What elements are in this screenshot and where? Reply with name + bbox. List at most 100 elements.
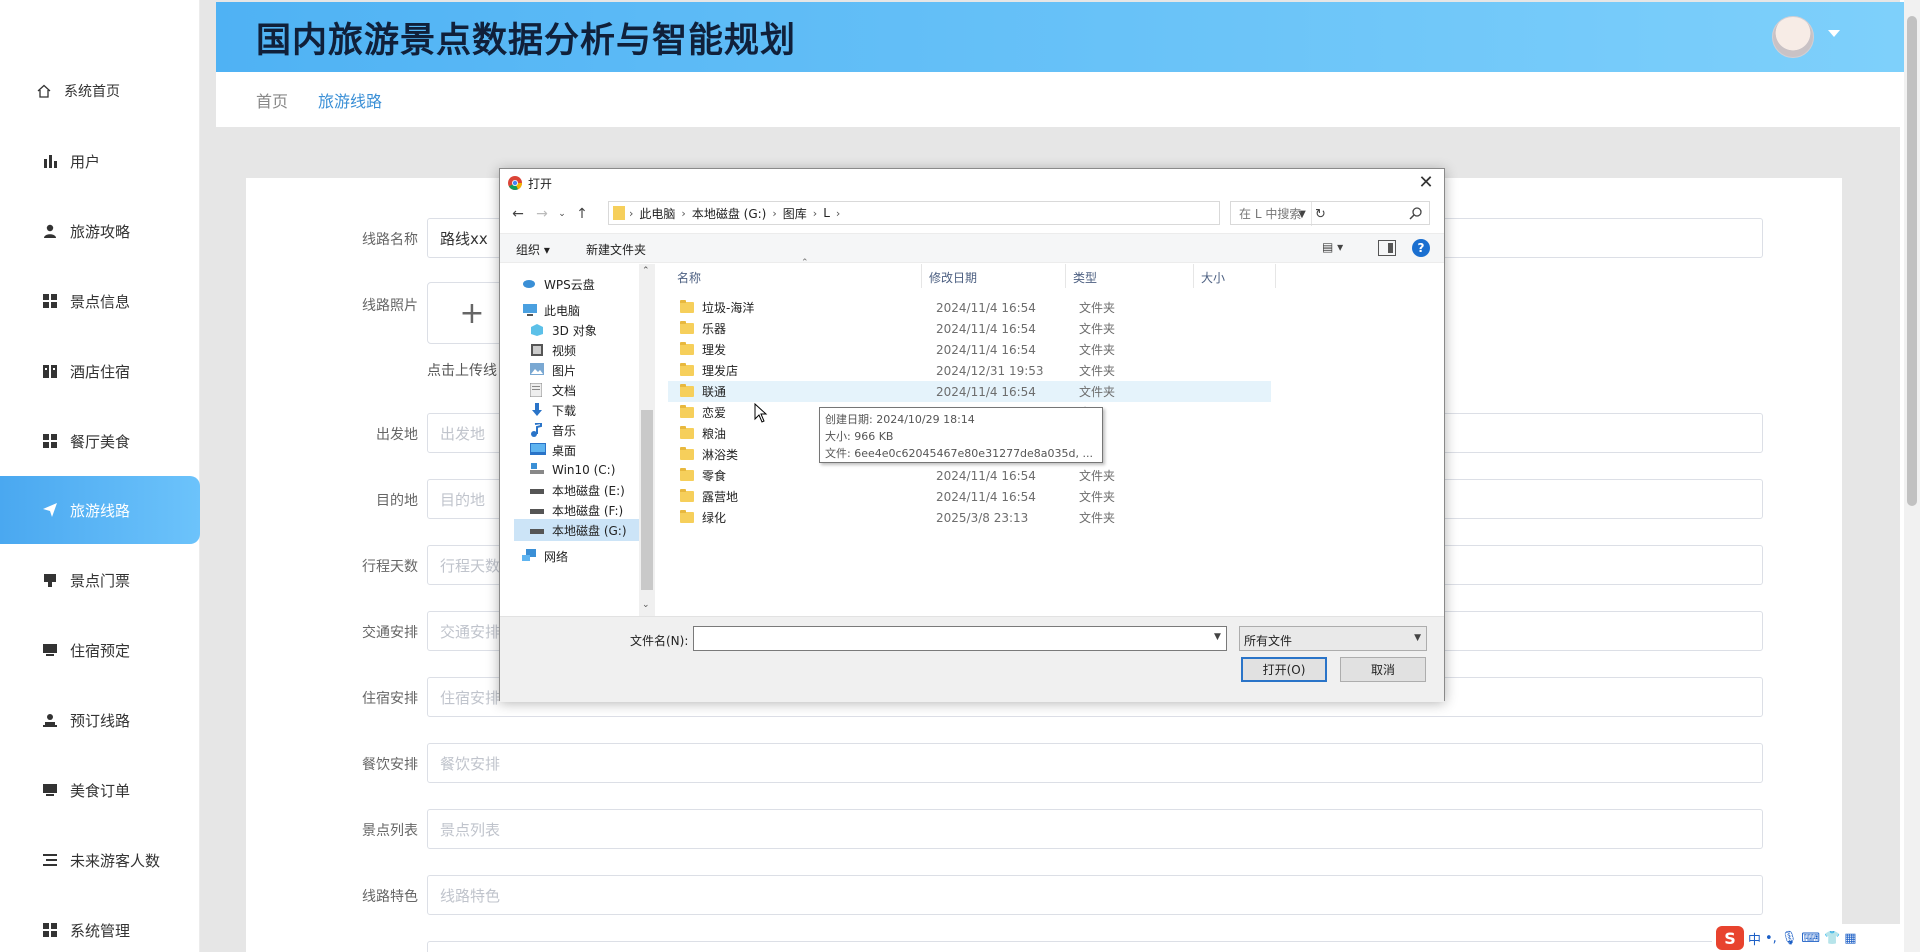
sidebar-item-visitor-forecast[interactable]: 未来游客人数 <box>0 826 200 894</box>
nav-item-label: 音乐 <box>552 423 577 438</box>
close-icon[interactable]: ✕ <box>1414 171 1438 193</box>
file-row[interactable]: 露营地 2024/11/4 16:54 文件夹 <box>668 486 1271 507</box>
search-input[interactable]: 在 L 中搜索 <box>1230 201 1430 225</box>
sidebar-item-hotels[interactable]: 酒店住宿 <box>0 337 200 405</box>
cube-icon <box>530 323 546 337</box>
page-scrollbar[interactable] <box>1904 0 1920 952</box>
nav-item-label: 图片 <box>552 363 577 378</box>
address-segment[interactable]: 此电脑 <box>639 205 675 222</box>
nav-item-drive-e[interactable]: 本地磁盘 (E:) <box>530 479 625 501</box>
sidebar-item-food-orders[interactable]: 美食订单 <box>0 756 200 824</box>
nav-item-desktop[interactable]: 桌面 <box>530 439 576 461</box>
nav-item-wps-cloud[interactable]: WPS云盘 <box>522 273 595 295</box>
sidebar-item-restaurants[interactable]: 餐厅美食 <box>0 407 200 475</box>
back-arrow-icon[interactable]: ← <box>508 203 528 225</box>
sidebar-item-system-management[interactable]: 系统管理 <box>0 896 200 952</box>
view-options-icon[interactable]: ▤ ▾ <box>1322 240 1343 254</box>
chevron-down-icon[interactable] <box>1828 30 1840 37</box>
sogou-logo-icon[interactable]: S <box>1716 926 1744 950</box>
nav-item-music[interactable]: 音乐 <box>530 419 576 441</box>
destination-label: 目的地 <box>376 493 418 509</box>
sidebar-item-travel-routes[interactable]: 旅游线路 <box>0 476 200 544</box>
nav-item-network[interactable]: 网络 <box>522 545 568 567</box>
user-icon <box>40 221 60 241</box>
forward-arrow-icon[interactable]: → <box>532 203 552 225</box>
breadcrumb-home[interactable]: 首页 <box>256 88 288 112</box>
nav-item-3d-objects[interactable]: 3D 对象 <box>530 319 597 341</box>
nav-item-label: 下载 <box>552 403 577 418</box>
sidebar-item-label: 系统管理 <box>70 921 131 940</box>
dialog-titlebar: 打开 ✕ <box>500 169 1444 197</box>
features-input[interactable]: 线路特色 <box>427 875 1763 915</box>
nav-item-pictures[interactable]: 图片 <box>530 359 576 381</box>
nav-item-label: 3D 对象 <box>552 323 597 338</box>
nav-item-documents[interactable]: 文档 <box>529 379 576 401</box>
file-row[interactable]: 理发店 2024/12/31 19:53 文件夹 <box>668 360 1271 381</box>
column-size[interactable]: 大小 <box>1201 269 1225 286</box>
skin-icon[interactable]: 👕 <box>1824 931 1840 946</box>
sidebar-item-attractions[interactable]: 景点信息 <box>0 267 200 335</box>
nav-item-drive-g[interactable]: 本地磁盘 (G:) <box>514 519 639 541</box>
nav-item-label: 视频 <box>552 343 577 358</box>
nav-scrollbar-thumb[interactable] <box>641 410 653 590</box>
filename-input[interactable] <box>693 626 1227 651</box>
avatar[interactable] <box>1772 16 1814 58</box>
nav-item-videos[interactable]: 视频 <box>530 339 576 361</box>
scroll-up-icon[interactable]: ⌃ <box>642 266 650 276</box>
sidebar-item-travel-guides[interactable]: 旅游攻略 <box>0 197 200 265</box>
toolbox-icon[interactable]: ▦ <box>1844 931 1856 946</box>
keyboard-icon[interactable]: ⌨ <box>1801 931 1820 946</box>
command-bar: 组织 ▾ 新建文件夹 ▤ ▾ ? <box>500 233 1444 263</box>
nav-item-drive-c[interactable]: Win10 (C:) <box>530 459 615 481</box>
organize-button[interactable]: 组织 ▾ <box>516 241 550 258</box>
nav-item-downloads[interactable]: 下载 <box>530 399 576 421</box>
sidebar-item-route-booking[interactable]: 预订线路 <box>0 686 200 754</box>
file-row[interactable]: 垃圾-海洋 2024/11/4 16:54 文件夹 <box>668 297 1271 318</box>
music-icon <box>530 421 546 437</box>
navigation-row: ← → ⌄ ↑ › 此电脑 › 本地磁盘 (G:) › 图库 › L › ▼ ↻… <box>500 201 1444 227</box>
up-arrow-icon[interactable]: ↑ <box>572 203 592 225</box>
ime-mode[interactable]: 中 <box>1748 929 1761 948</box>
microphone-icon[interactable]: 🎙 <box>1781 931 1798 946</box>
recent-locations-chevron-icon[interactable]: ⌄ <box>552 203 572 225</box>
scroll-down-icon[interactable]: ⌄ <box>642 600 650 610</box>
address-bar[interactable]: › 此电脑 › 本地磁盘 (G:) › 图库 › L › ▼ ↻ <box>608 201 1326 226</box>
extra-input[interactable] <box>427 941 1763 952</box>
dining-input[interactable]: 餐饮安排 <box>427 743 1763 783</box>
nav-item-drive-f[interactable]: 本地磁盘 (F:) <box>530 499 623 521</box>
file-row-hovered[interactable]: 联通 2024/11/4 16:54 文件夹 <box>668 381 1271 402</box>
file-row[interactable]: 零食 2024/11/4 16:54 文件夹 <box>668 465 1271 486</box>
picture-icon <box>530 363 546 377</box>
sidebar-item-tickets[interactable]: 景点门票 <box>0 546 200 614</box>
cancel-button[interactable]: 取消 <box>1340 657 1426 682</box>
upload-tip: 点击上传线 <box>427 363 497 379</box>
open-button[interactable]: 打开(O) <box>1241 657 1327 682</box>
help-icon[interactable]: ? <box>1412 239 1430 257</box>
preview-pane-icon[interactable] <box>1378 240 1396 256</box>
nav-item-this-pc[interactable]: 此电脑 <box>522 299 580 321</box>
folder-icon <box>680 489 694 502</box>
sidebar-item-users[interactable]: 用户 <box>0 127 200 195</box>
file-type-select[interactable]: 所有文件 ▼ <box>1239 626 1427 651</box>
file-row[interactable]: 理发 2024/11/4 16:54 文件夹 <box>668 339 1271 360</box>
filename-dropdown-icon[interactable]: ▼ <box>1214 632 1221 642</box>
address-segment[interactable]: 图库 <box>783 205 807 222</box>
file-row[interactable]: 乐器 2024/11/4 16:54 文件夹 <box>668 318 1271 339</box>
punctuation-icon[interactable]: •, <box>1765 931 1777 946</box>
computer-icon <box>522 303 538 317</box>
file-row[interactable]: 绿化 2025/3/8 23:13 文件夹 <box>668 507 1271 528</box>
sidebar-item-accommodation-booking[interactable]: 住宿预定 <box>0 616 200 684</box>
address-segment[interactable]: 本地磁盘 (G:) <box>692 205 767 222</box>
sidebar-item-label: 系统首页 <box>64 84 120 100</box>
sidebar-item-home[interactable]: 系统首页 <box>0 57 200 125</box>
nav-scrollbar[interactable]: ⌃ ⌄ <box>639 264 655 616</box>
attractions-list-input[interactable]: 景点列表 <box>427 809 1763 849</box>
sidebar-item-label: 酒店住宿 <box>70 362 131 381</box>
new-folder-button[interactable]: 新建文件夹 <box>586 241 646 258</box>
page-scrollbar-thumb[interactable] <box>1907 16 1917 506</box>
column-name[interactable]: 名称 <box>677 269 701 286</box>
address-segment[interactable]: L <box>823 206 830 220</box>
column-type[interactable]: 类型 <box>1073 269 1097 286</box>
column-date[interactable]: 修改日期 <box>929 269 977 286</box>
drive-icon <box>530 463 546 477</box>
